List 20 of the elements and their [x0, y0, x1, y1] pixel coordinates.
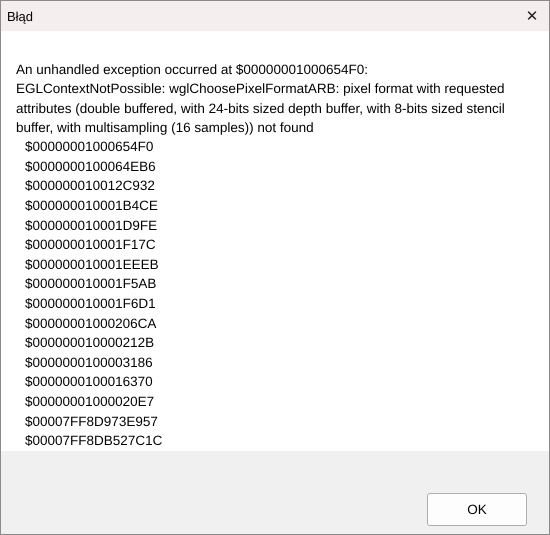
stack-address: $0000000100016370	[25, 373, 153, 392]
stack-address: $000000010001D9FE	[25, 216, 158, 235]
stack-address: $000000010001EEEB	[25, 256, 159, 274]
stack-address: $00000001000654F0	[25, 138, 154, 156]
stack-address: $00000001000020E7	[25, 392, 154, 411]
window-title: Błąd	[6, 8, 34, 24]
stack-address: $000000010012C932	[25, 177, 155, 196]
stack-address: $00000001000206CA	[25, 314, 156, 333]
stack-address: $000000010001F17C	[25, 236, 156, 254]
stack-address: $0000000100003186	[25, 354, 153, 372]
stack-address: $0000000100064EB6	[25, 158, 156, 176]
stack-address: $000000010000212B	[25, 334, 154, 352]
close-button[interactable]: ✕	[515, 1, 549, 31]
stack-address: $000000010001F5AB	[25, 275, 156, 294]
stack-address: $00007FF8DB527C1C	[25, 432, 162, 450]
ok-button[interactable]: OK	[427, 492, 527, 526]
stack-address: $00007FF8D973E957	[25, 412, 158, 430]
stack-address: $000000010001F6D1	[25, 294, 156, 313]
stack-address: $000000010001B4CE	[25, 196, 158, 215]
error-message: An unhandled exception occurred at $00000001000654F0: EGLContextNotPossible: wglChoosePixelFormatARB: pixel format with requested attributes (double buffered, with 24-bits sized depth buffer, with 8-bits sized stencil buffer, with multisampling (16 samples)) not found	[16, 61, 506, 137]
